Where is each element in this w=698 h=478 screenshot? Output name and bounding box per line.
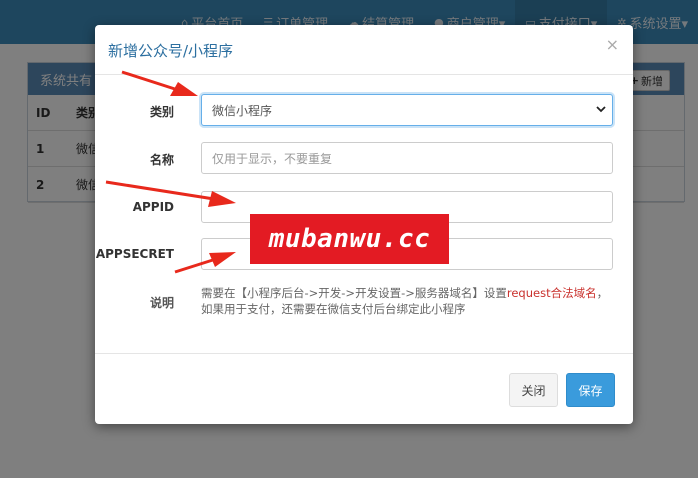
- arrow-to-appid: [105, 180, 236, 207]
- arrow-to-type: [121, 70, 198, 96]
- arrow-to-appsecret: [174, 252, 236, 274]
- watermark-logo: mubanwu.cc: [250, 214, 449, 264]
